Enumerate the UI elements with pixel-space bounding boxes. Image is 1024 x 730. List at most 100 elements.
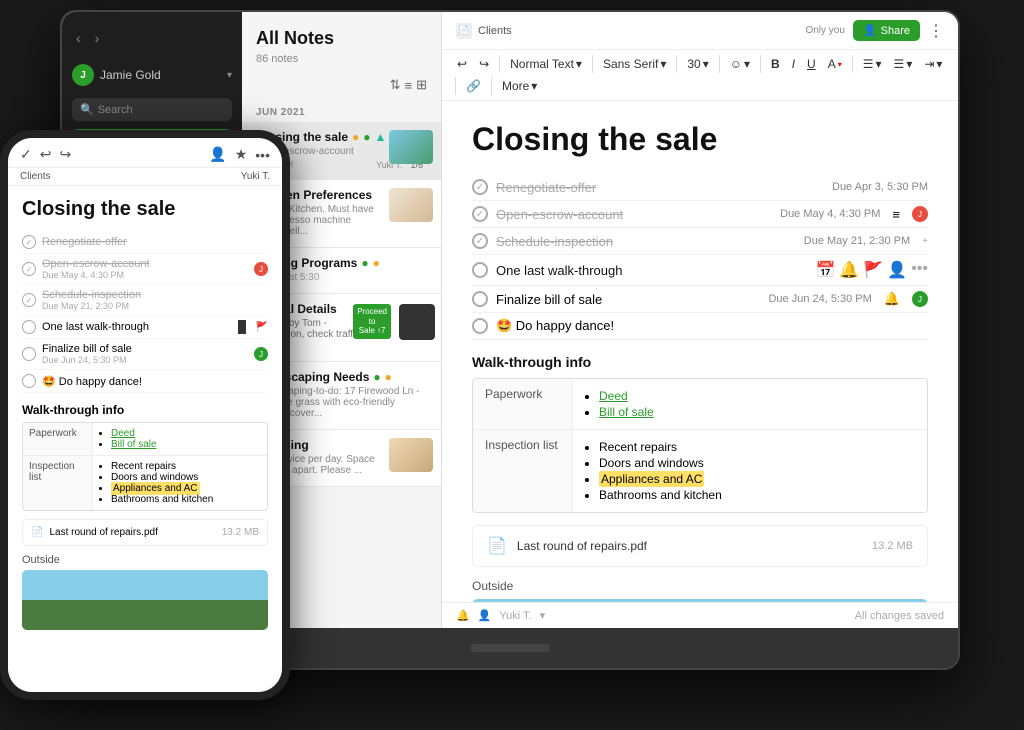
phone-star-button[interactable]: ★ <box>235 146 248 163</box>
notes-section-label: JUN 2021 <box>242 99 441 122</box>
bill-link[interactable]: Bill of sale <box>111 439 157 450</box>
phone-topbar: ✓ ↩ ↪ 👤 ★ ••• <box>8 138 282 168</box>
separator <box>491 77 492 95</box>
phone-redo-button[interactable]: ↪ <box>59 146 71 163</box>
bell-icon[interactable]: 🔔 <box>839 260 859 280</box>
task-checkbox[interactable] <box>472 291 488 307</box>
phone-task-avatar: J <box>254 262 268 276</box>
user-row[interactable]: J Jamie Gold ▾ <box>62 58 242 92</box>
deed-link[interactable]: Deed <box>111 428 135 439</box>
calendar-icon[interactable]: 📅 <box>816 260 836 280</box>
task-item: Renegotiate-offer Due Apr 3, 5:30 PM <box>472 174 928 201</box>
indent-button[interactable]: ⇥ ▾ <box>919 54 947 74</box>
phone-task-checkbox[interactable] <box>22 262 36 276</box>
phone-task-checkbox[interactable] <box>22 374 36 388</box>
pdf-icon: 📄 <box>31 527 43 538</box>
phone-task-checkbox[interactable] <box>22 235 36 249</box>
chevron-down-icon: ▾ <box>227 70 232 81</box>
bullet-list-button[interactable]: ☰ ▾ <box>858 54 887 74</box>
phone-task-content: Open-escrow-account Due May 4, 4:30 PM <box>42 258 248 280</box>
phone-back-button[interactable]: ✓ <box>20 146 32 163</box>
history-forward-icon[interactable]: ↪ <box>474 54 494 74</box>
task-checkbox[interactable] <box>472 318 488 334</box>
font-family-selector[interactable]: Sans Serif ▾ <box>598 54 671 74</box>
editor-toolbar: ↩ ↪ Normal Text ▾ Sans Serif ▾ 30 ▾ ☺ ▾ … <box>442 50 958 101</box>
phone-more-button[interactable]: ••• <box>255 147 270 163</box>
breadcrumb-area: 📄 Clients <box>456 23 797 39</box>
phone-task-content: Schedule-inspection Due May 21, 2:30 PM <box>42 289 141 311</box>
list-item: Bathrooms and kitchen <box>111 494 261 505</box>
info-label: Inspection list <box>473 430 573 512</box>
history-back-icon[interactable]: ↩ <box>452 54 472 74</box>
highlighted-item: Appliances and AC <box>599 471 704 487</box>
phone-task-checkbox[interactable] <box>22 293 36 307</box>
phone-task-checkbox[interactable] <box>22 320 36 334</box>
phone-info-table: Paperwork Deed Bill of sale Inspection l… <box>22 422 268 511</box>
separator <box>852 55 853 73</box>
normal-text-selector[interactable]: Normal Text ▾ <box>505 54 587 74</box>
notes-title: All Notes <box>256 28 427 49</box>
phone-task-text: Renegotiate-offer <box>42 236 127 248</box>
pdf-attachment[interactable]: 📄 Last round of repairs.pdf 13.2 MB <box>472 525 928 567</box>
sort-icon[interactable]: ≡ <box>405 78 413 93</box>
task-input[interactable]: One last walk-through <box>496 263 808 278</box>
phone-doc-title: Closing the sale <box>22 198 268 221</box>
back-button[interactable]: ‹ <box>72 28 85 48</box>
link-button[interactable]: 🔗 <box>461 76 486 96</box>
nav-buttons: ‹ › <box>62 22 242 58</box>
underline-button[interactable]: U <box>802 54 821 74</box>
task-checkbox[interactable] <box>472 233 488 249</box>
task-text: 🤩 Do happy dance! <box>496 318 928 334</box>
task-checkbox[interactable] <box>472 179 488 195</box>
phone-user-label: Yuki T. <box>241 171 270 182</box>
phone-user-button[interactable]: 👤 <box>209 146 226 163</box>
flag-icon[interactable]: 🚩 <box>863 260 883 280</box>
search-bar[interactable]: 🔍 Search <box>72 98 232 121</box>
breadcrumb-icon: 📄 <box>456 23 472 39</box>
phone-pdf-attachment[interactable]: 📄 Last round of repairs.pdf 13.2 MB <box>22 519 268 546</box>
bell-icon[interactable]: 🔔 <box>456 609 470 622</box>
task-item: Open-escrow-account Due May 4, 4:30 PM ≡… <box>472 201 928 228</box>
phone-task-content: Finalize bill of sale Due Jun 24, 5:30 P… <box>42 343 248 365</box>
task-due-date: Due Apr 3, 5:30 PM <box>832 181 928 193</box>
more-icon[interactable]: ••• <box>911 260 928 280</box>
note-thumb-image <box>389 130 433 164</box>
phone-task-content: Renegotiate-offer <box>42 236 127 248</box>
numbered-list-button[interactable]: ☰ ▾ <box>889 54 918 74</box>
phone-screen: ✓ ↩ ↪ 👤 ★ ••• Clients Yuki T. Closing th… <box>8 138 282 692</box>
task-avatar: J <box>912 206 928 222</box>
share-button[interactable]: 👤 Share <box>853 20 920 41</box>
list-item: Appliances and AC <box>111 483 261 494</box>
task-flag-icon: 🚩 <box>256 322 268 333</box>
info-table-row: Inspection list Recent repairs Doors and… <box>473 430 927 512</box>
task-item: Finalize bill of sale Due Jun 24, 5:30 P… <box>472 286 928 313</box>
list-item: Appliances and AC <box>599 472 915 486</box>
tag-green: ● <box>363 130 370 144</box>
task-checkbox[interactable] <box>472 262 488 278</box>
editor-panel: 📄 Clients Only you 👤 Share ⋮ ↩ ↪ Normal … <box>442 12 958 628</box>
separator <box>760 55 761 73</box>
emoji-button[interactable]: ☺ ▾ <box>725 54 755 74</box>
assign-icon[interactable]: 👤 <box>887 260 907 280</box>
phone-task-due: Due May 21, 2:30 PM <box>42 301 141 311</box>
font-size-selector[interactable]: 30 ▾ <box>682 54 713 74</box>
grid-icon[interactable]: ⊞ <box>416 77 427 93</box>
note-thumb-image <box>389 188 433 222</box>
filter-icon[interactable]: ⇅ <box>390 77 401 93</box>
color-button[interactable]: A ▾ <box>823 54 847 74</box>
forward-button[interactable]: › <box>91 28 104 48</box>
notes-count: 86 notes <box>256 53 427 65</box>
deed-link[interactable]: Deed <box>599 389 628 403</box>
qr-code <box>399 304 435 340</box>
phone-undo-button[interactable]: ↩ <box>40 146 52 163</box>
phone-info-label: Inspection list <box>23 456 93 510</box>
bill-of-sale-link[interactable]: Bill of sale <box>599 405 654 419</box>
more-button[interactable]: ⋮ <box>928 21 944 41</box>
task-checkbox[interactable] <box>472 206 488 222</box>
phone-task-checkbox[interactable] <box>22 347 36 361</box>
more-toolbar-button[interactable]: More ▾ <box>497 76 542 96</box>
user-name: Jamie Gold <box>100 68 161 82</box>
italic-button[interactable]: I <box>787 54 800 74</box>
phone-task-text: One last walk-through <box>42 321 230 333</box>
bold-button[interactable]: B <box>766 54 785 74</box>
